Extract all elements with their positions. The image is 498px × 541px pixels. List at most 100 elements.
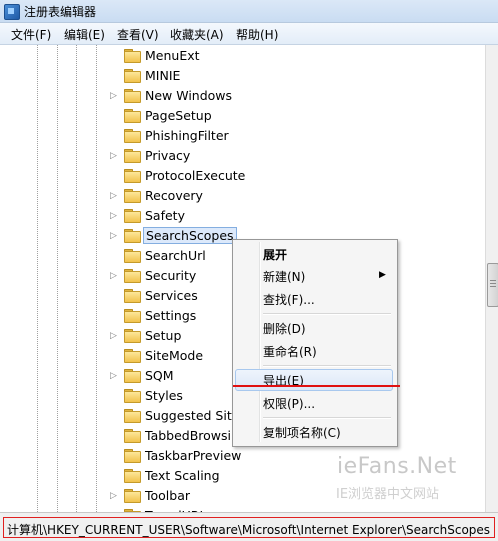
tree-item-label: SQM: [145, 368, 174, 383]
tree-item-label: SiteMode: [145, 348, 204, 363]
tree-item[interactable]: ▷ New Windows: [110, 86, 350, 106]
folder-icon: [124, 489, 141, 503]
tree-item-label: MINIE: [145, 68, 181, 83]
vertical-scrollbar[interactable]: [485, 45, 498, 512]
tree-guide-line: [96, 45, 97, 512]
context-item-permissions[interactable]: 权限(P)...: [263, 395, 315, 412]
tree-item-label: Setup: [145, 328, 182, 343]
scrollbar-thumb[interactable]: [487, 263, 498, 307]
tree-item-label: TaskbarPreview: [145, 448, 242, 463]
menu-help[interactable]: 帮助(H): [236, 26, 278, 43]
context-item-find[interactable]: 查找(F)...: [263, 291, 315, 308]
tree-item[interactable]: MenuExt: [110, 46, 350, 66]
menu-bar: 文件(F) 编辑(E) 查看(V) 收藏夹(A) 帮助(H): [0, 23, 498, 45]
folder-icon: [124, 189, 141, 203]
folder-icon: [124, 169, 141, 183]
context-menu-separator: [263, 365, 391, 367]
tree-item-label: SearchScopes: [143, 227, 237, 244]
folder-icon: [124, 109, 141, 123]
folder-icon: [124, 209, 141, 223]
tree-item-label: MenuExt: [145, 48, 200, 63]
expand-arrow-icon[interactable]: ▷: [110, 90, 120, 102]
expand-arrow-icon[interactable]: ▷: [110, 370, 120, 382]
tree-item[interactable]: ProtocolExecute: [110, 166, 350, 186]
folder-icon: [124, 429, 141, 443]
context-item-rename[interactable]: 重命名(R): [263, 343, 317, 360]
expand-arrow-icon[interactable]: ▷: [110, 270, 120, 282]
tree-item-label: SearchUrl: [145, 248, 206, 263]
tree-item-label: New Windows: [145, 88, 233, 103]
tree-item[interactable]: ▷ Toolbar: [110, 486, 350, 506]
watermark-subtitle: IE浏览器中文网站: [336, 487, 440, 502]
folder-icon: [124, 229, 141, 243]
folder-icon: [124, 309, 141, 323]
folder-icon: [124, 49, 141, 63]
expand-arrow-icon[interactable]: ▷: [110, 150, 120, 162]
submenu-arrow-icon: ▶: [379, 270, 386, 280]
tree-item[interactable]: ▷ Privacy: [110, 146, 350, 166]
folder-icon: [124, 469, 141, 483]
tree-item-label: Toolbar: [145, 488, 191, 503]
tree-item-label: Suggested Sites: [145, 408, 246, 423]
folder-icon: [124, 369, 141, 383]
context-item-expand[interactable]: 展开: [263, 246, 287, 263]
status-path: 计算机\HKEY_CURRENT_USER\Software\Microsoft…: [7, 523, 491, 537]
menu-favorites[interactable]: 收藏夹(A): [170, 26, 224, 43]
tree-item[interactable]: TaskbarPreview: [110, 446, 350, 466]
menu-file[interactable]: 文件(F): [11, 26, 51, 43]
tree-item-label: Services: [145, 288, 198, 303]
window-title: 注册表编辑器: [24, 5, 97, 19]
folder-icon: [124, 409, 141, 423]
folder-icon: [124, 289, 141, 303]
folder-icon: [124, 349, 141, 363]
expand-arrow-icon[interactable]: ▷: [110, 210, 120, 222]
status-path-highlight: 计算机\HKEY_CURRENT_USER\Software\Microsoft…: [3, 517, 495, 538]
tree-item[interactable]: MINIE: [110, 66, 350, 86]
context-item-copy-key-name[interactable]: 复制项名称(C): [263, 424, 341, 441]
context-menu-separator: [263, 313, 391, 315]
tree-guide-line: [37, 45, 38, 512]
tree-item-label: Styles: [145, 388, 183, 403]
context-menu-separator: [263, 417, 391, 419]
tree-item-label: Recovery: [145, 188, 203, 203]
tree-guide-line: [76, 45, 77, 512]
tree-item[interactable]: PhishingFilter: [110, 126, 350, 146]
folder-icon: [124, 89, 141, 103]
folder-icon: [124, 149, 141, 163]
tree-item-label: Text Scaling: [145, 468, 220, 483]
folder-icon: [124, 329, 141, 343]
context-menu-hover-highlight: [235, 369, 393, 391]
folder-icon: [124, 389, 141, 403]
context-item-delete[interactable]: 删除(D): [263, 320, 306, 337]
tree-item-label: Settings: [145, 308, 197, 323]
folder-icon: [124, 449, 141, 463]
watermark-brand: ieFans.Net: [337, 454, 457, 479]
tree-item-label: Security: [145, 268, 197, 283]
tree-item[interactable]: PageSetup: [110, 106, 350, 126]
tree-item[interactable]: ▷ Safety: [110, 206, 350, 226]
tree-item-label: Safety: [145, 208, 185, 223]
expand-arrow-icon[interactable]: ▷: [110, 330, 120, 342]
folder-icon: [124, 269, 141, 283]
expand-arrow-icon[interactable]: ▷: [110, 230, 120, 242]
tree-item-label: Privacy: [145, 148, 191, 163]
context-menu-icon-column: [259, 242, 261, 442]
tree-item-label: PageSetup: [145, 108, 212, 123]
regedit-app-icon: [4, 4, 20, 20]
menu-view[interactable]: 查看(V): [117, 26, 159, 43]
tree-item[interactable]: Text Scaling: [110, 466, 350, 486]
status-bar: 计算机\HKEY_CURRENT_USER\Software\Microsoft…: [0, 512, 498, 541]
expand-arrow-icon[interactable]: ▷: [110, 490, 120, 502]
tree-item[interactable]: ▷ Recovery: [110, 186, 350, 206]
tree-item-label: PhishingFilter: [145, 128, 229, 143]
folder-icon: [124, 69, 141, 83]
tree-item-label: ProtocolExecute: [145, 168, 246, 183]
menu-edit[interactable]: 编辑(E): [64, 26, 105, 43]
tree-guide-line: [57, 45, 58, 512]
folder-icon: [124, 129, 141, 143]
context-item-new[interactable]: 新建(N): [263, 268, 305, 285]
context-menu: 展开 新建(N) ▶ 查找(F)... 删除(D) 重命名(R) 导出(E) 权…: [232, 239, 398, 447]
expand-arrow-icon[interactable]: ▷: [110, 190, 120, 202]
folder-icon: [124, 249, 141, 263]
title-bar: 注册表编辑器: [0, 0, 498, 23]
